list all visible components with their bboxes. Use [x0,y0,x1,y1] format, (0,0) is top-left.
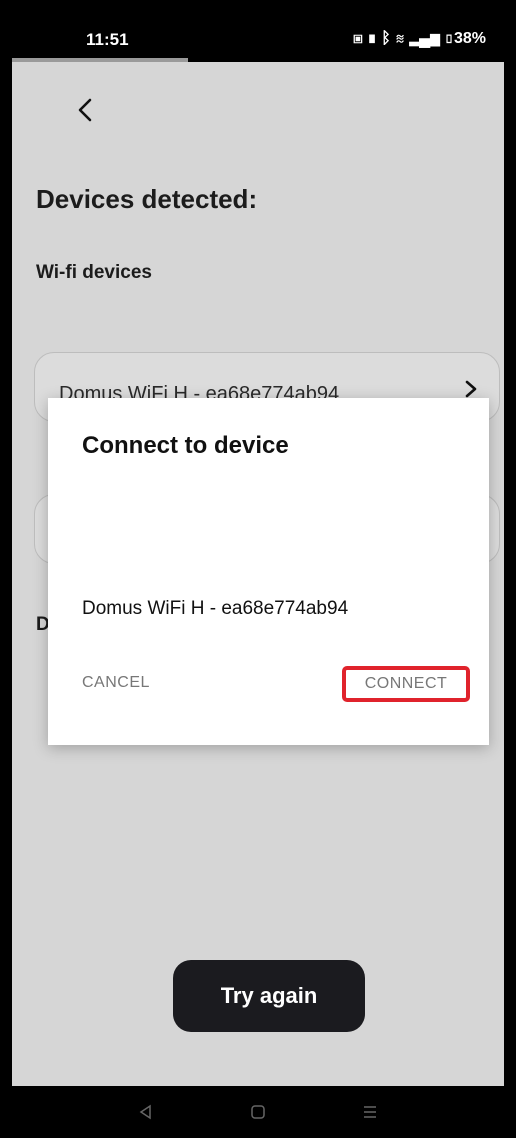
status-time: 11:51 [86,30,129,49]
connect-dialog: Connect to device Domus WiFi H - ea68e77… [48,398,489,745]
try-again-button[interactable]: Try again [173,960,365,1032]
signal-icon: ▂▄▆ [409,30,440,47]
chevron-left-icon [78,98,92,122]
home-nav-icon[interactable] [248,1102,268,1122]
dialog-title: Connect to device [82,432,289,459]
navigation-bar [12,1086,504,1138]
back-nav-icon[interactable] [136,1102,156,1122]
vibrate-icon: ▮ [367,30,377,47]
back-button[interactable] [68,92,104,128]
cancel-button[interactable]: CANCEL [82,666,150,700]
nfc-icon: ▣ [353,30,363,47]
chevron-right-icon [465,380,477,398]
connect-button[interactable]: CONNECT [342,666,470,702]
status-bar: 11:51 ▣ ▮ ᛒ ≋ ▂▄▆ ▯38% [12,0,504,62]
battery-icon: ▯ [444,30,454,47]
app-screen: 11:51 ▣ ▮ ᛒ ≋ ▂▄▆ ▯38% Devices detected:… [12,0,504,1138]
bluetooth-icon: ᛒ [381,30,391,47]
dialog-message: Domus WiFi H - ea68e774ab94 [82,598,349,619]
page-title: Devices detected: [36,184,258,214]
recents-nav-icon[interactable] [360,1102,380,1122]
loading-progress [12,58,188,62]
section-title-wifi: Wi-fi devices [36,262,152,283]
wifi-icon: ≋ [395,30,405,47]
battery-percent: 38% [453,30,486,47]
status-icons: ▣ ▮ ᛒ ≋ ▂▄▆ ▯38% [353,30,486,48]
